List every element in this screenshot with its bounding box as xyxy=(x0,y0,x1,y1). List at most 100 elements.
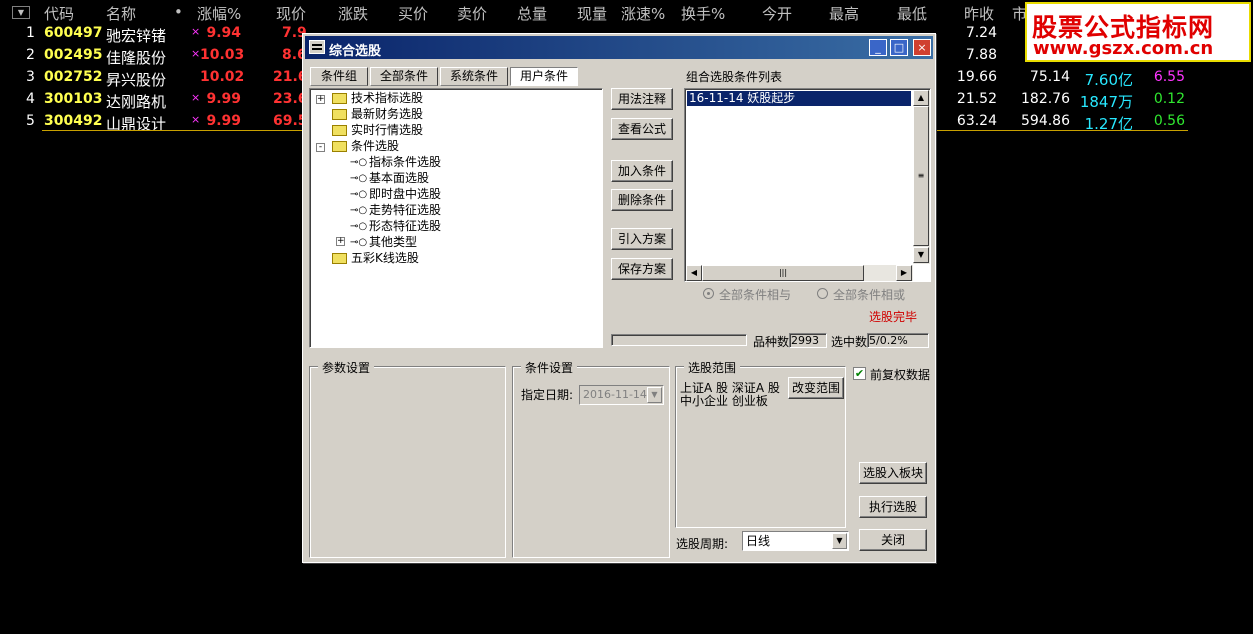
condition-settings-group: 条件设置 指定日期: 2016-11-14 ▼ xyxy=(512,359,670,558)
row-index: 3 xyxy=(26,69,35,85)
delete-condition-button[interactable]: 删除条件 xyxy=(611,189,673,211)
prev-close: 7.88 xyxy=(965,47,997,63)
tree-item-tech[interactable]: 技术指标选股 xyxy=(351,90,423,106)
scroll-thumb-horizontal[interactable]: ||| xyxy=(702,265,864,281)
expand-icon[interactable]: + xyxy=(336,237,345,246)
col-header-price[interactable]: 现价 xyxy=(276,3,306,23)
stock-quote-screen: { "table": { "headers": ["代码","名称","•","… xyxy=(0,0,1253,634)
folder-icon xyxy=(332,109,347,120)
pct-change: 10.02 xyxy=(200,69,245,85)
condition-list[interactable]: 16-11-14 妖股起步 ▲ ≡ ▼ ◀ ||| ▶ xyxy=(684,88,931,282)
radio-all-and-label: 全部条件相与 xyxy=(719,288,792,302)
tab-user-conditions[interactable]: 用户条件 xyxy=(510,67,578,86)
stock-name: 驰宏锌锗 xyxy=(106,27,167,45)
tab-system-conditions[interactable]: 系统条件 xyxy=(440,67,508,86)
tree-item-finance[interactable]: 最新财务选股 xyxy=(351,106,423,122)
stock-code: 002495 xyxy=(44,47,103,63)
formula-key-icon: ⊸○ xyxy=(350,173,368,184)
col-header-volume[interactable]: 总量 xyxy=(517,3,547,23)
stock-code: 002752 xyxy=(44,69,103,85)
tree-item-fundamental[interactable]: 基本面选股 xyxy=(369,170,429,186)
dialog-titlebar[interactable]: 综合选股 _ □ × xyxy=(305,36,933,59)
col-header-change[interactable]: 涨跌 xyxy=(338,3,368,23)
stock-code: 600497 xyxy=(44,25,103,41)
col-header-turnover[interactable]: 换手% xyxy=(681,3,725,23)
date-picker[interactable]: 2016-11-14 ▼ xyxy=(579,385,664,405)
stock-code: 300103 xyxy=(44,91,103,107)
radio-all-or-label: 全部条件相或 xyxy=(833,288,906,302)
date-dropdown-icon[interactable]: ▼ xyxy=(647,387,662,403)
condition-tree[interactable]: + 技术指标选股 最新财务选股 实时行情选股 - 条件选股 ⊸○ 指标条件选股 … xyxy=(309,88,603,348)
tree-item-realtime[interactable]: 实时行情选股 xyxy=(351,122,423,138)
tree-item-other[interactable]: 其他类型 xyxy=(369,234,417,250)
radio-all-and[interactable] xyxy=(703,288,714,299)
col-header-open[interactable]: 今开 xyxy=(762,3,792,23)
add-condition-button[interactable]: 加入条件 xyxy=(611,160,673,182)
tree-item-trend[interactable]: 走势特征选股 xyxy=(369,202,441,218)
adjust-checkbox[interactable]: ✔ xyxy=(853,367,866,380)
import-plan-button[interactable]: 引入方案 xyxy=(611,228,673,250)
col-header-bid[interactable]: 买价 xyxy=(398,3,428,23)
scroll-up-icon[interactable]: ▲ xyxy=(913,90,929,106)
scroll-left-icon[interactable]: ◀ xyxy=(686,265,702,281)
change-range-button[interactable]: 改变范围 xyxy=(788,377,844,399)
logo-url: www.gszx.com.cn xyxy=(1033,38,1214,59)
radio-all-or[interactable] xyxy=(817,288,828,299)
selected-value: 5/0.2% xyxy=(867,333,929,348)
tree-item-intraday[interactable]: 即时盘中选股 xyxy=(369,186,441,202)
close-icon[interactable]: × xyxy=(913,39,931,56)
expand-icon[interactable]: + xyxy=(316,95,325,104)
condition-item[interactable]: 16-11-14 妖股起步 xyxy=(687,91,911,106)
tab-all-conditions[interactable]: 全部条件 xyxy=(370,67,438,86)
scroll-right-icon[interactable]: ▶ xyxy=(896,265,912,281)
scroll-down-icon[interactable]: ▼ xyxy=(913,247,929,263)
folder-open-icon xyxy=(332,141,347,152)
row-index: 4 xyxy=(26,91,35,107)
col-header-current-vol[interactable]: 现量 xyxy=(577,3,607,23)
period-label: 选股周期: xyxy=(676,537,729,551)
col-header-ask[interactable]: 卖价 xyxy=(457,3,487,23)
add-to-block-button[interactable]: 选股入板块 xyxy=(859,462,927,484)
selected-label: 选中数 xyxy=(831,335,868,349)
execute-button[interactable]: 执行选股 xyxy=(859,496,927,518)
col-header-name[interactable]: 名称 xyxy=(106,3,136,23)
folder-icon xyxy=(332,253,347,264)
horizontal-scrollbar[interactable]: ◀ ||| ▶ xyxy=(686,265,913,281)
scroll-thumb[interactable]: ≡ xyxy=(913,106,929,246)
adjust-label: 前复权数据 xyxy=(870,368,931,382)
maximize-icon[interactable]: □ xyxy=(890,39,908,56)
pct-change: 9.94 xyxy=(206,25,241,41)
param-settings-group: 参数设置 xyxy=(309,359,506,558)
tree-item-condition[interactable]: 条件选股 xyxy=(351,138,399,154)
formula-key-icon: ⊸○ xyxy=(350,157,368,168)
view-formula-button[interactable]: 查看公式 xyxy=(611,118,673,140)
vertical-scrollbar[interactable]: ▲ ≡ ▼ xyxy=(913,90,930,264)
col-header-low[interactable]: 最低 xyxy=(897,3,927,23)
tab-condition-group[interactable]: 条件组 xyxy=(310,67,368,86)
close-button[interactable]: 关闭 xyxy=(859,529,927,551)
period-dropdown-icon[interactable]: ▼ xyxy=(832,533,847,549)
col-header-prev-close[interactable]: 昨收 xyxy=(964,3,994,23)
param-settings-label: 参数设置 xyxy=(318,359,375,376)
collapse-icon[interactable]: - xyxy=(316,143,325,152)
market-cap: 182.76 xyxy=(1021,91,1070,107)
usage-notes-button[interactable]: 用法注释 xyxy=(611,88,673,110)
period-select[interactable]: 日线 ▼ xyxy=(742,531,849,551)
col-header-pct[interactable]: 涨幅% xyxy=(197,3,241,23)
prev-close: 19.66 xyxy=(956,69,997,85)
col-header-mark[interactable]: • xyxy=(174,3,183,23)
row-index: 5 xyxy=(26,113,35,129)
sort-toggle-icon[interactable]: ▼ xyxy=(12,6,30,19)
prev-close: 7.24 xyxy=(965,25,997,41)
col-header-code[interactable]: 代码 xyxy=(44,3,74,23)
window-icon xyxy=(309,40,325,54)
save-plan-button[interactable]: 保存方案 xyxy=(611,258,673,280)
tree-item-pattern[interactable]: 形态特征选股 xyxy=(369,218,441,234)
tree-item-kline[interactable]: 五彩K线选股 xyxy=(351,250,419,266)
col-header-high[interactable]: 最高 xyxy=(829,3,859,23)
minimize-icon[interactable]: _ xyxy=(869,39,887,56)
ratio: 0.12 xyxy=(1153,91,1185,107)
tree-item-indicator[interactable]: 指标条件选股 xyxy=(369,154,441,170)
range-text-2: 中小企业 创业板 xyxy=(680,394,768,408)
col-header-speed[interactable]: 涨速% xyxy=(621,3,665,23)
